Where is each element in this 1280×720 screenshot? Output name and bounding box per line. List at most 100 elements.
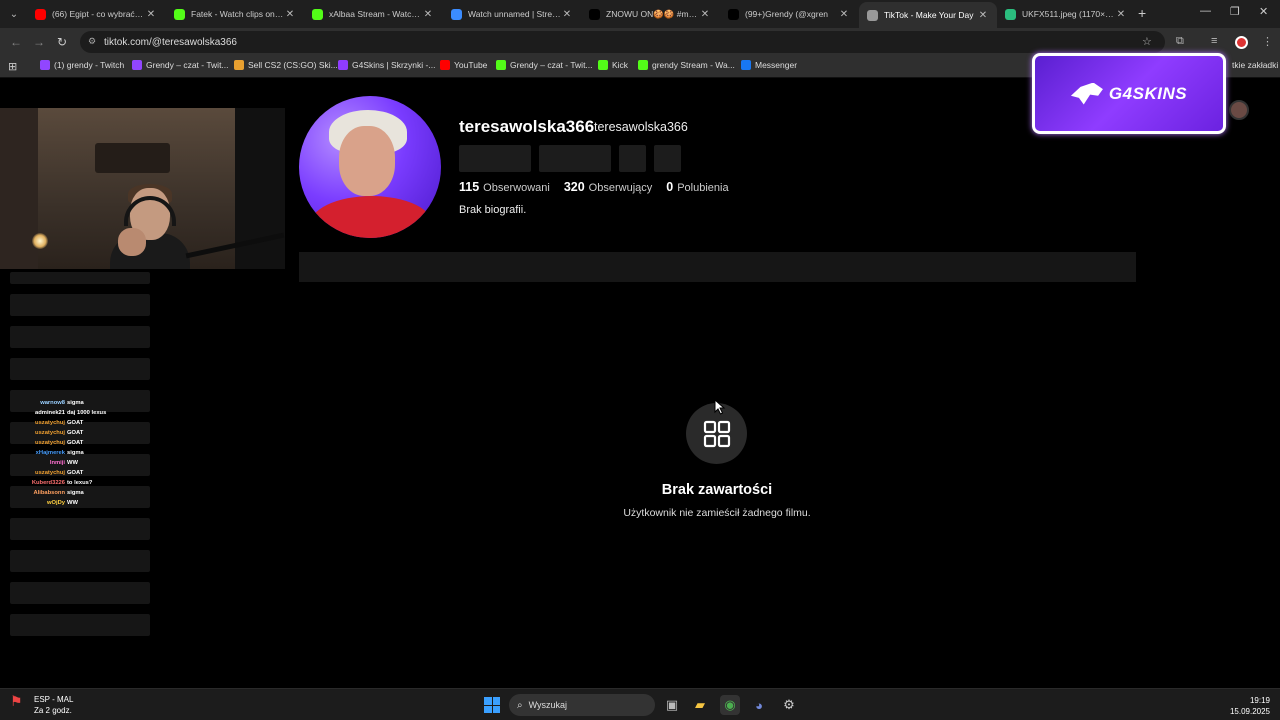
profile-avatar-icon[interactable] <box>1235 36 1248 49</box>
other-bookmarks[interactable]: tkie zakładki <box>1232 60 1278 70</box>
chat-text: GOAT <box>67 470 84 476</box>
reload-icon[interactable]: ↻ <box>57 35 67 49</box>
steam-icon[interactable]: ⚙ <box>779 695 799 715</box>
g4skins-icon <box>338 60 348 70</box>
sidebar-skeleton <box>10 294 150 316</box>
followers-stat[interactable]: 320 Obserwujący <box>564 180 652 194</box>
menu-icon[interactable]: ⋮ <box>1262 35 1273 48</box>
chat-username: xHajmerek <box>35 450 65 456</box>
weather-widget[interactable]: ⚑ ESP - MAL Za 2 godz. <box>10 694 73 716</box>
bookmark-item[interactable]: Kick <box>598 60 628 70</box>
chat-username: adminek21 <box>35 410 65 416</box>
browser-tab[interactable]: Fatek - Watch clips on Kic ✕ <box>166 3 304 25</box>
profile-stats: 115 Obserwowani 320 Obserwujący 0 Polubieni… <box>459 180 729 194</box>
discord-icon[interactable]: ◕ <box>749 695 769 715</box>
search-icon: ⌕ <box>517 699 523 711</box>
youtube-icon <box>440 60 450 70</box>
following-stat[interactable]: 115 Obserwowani <box>459 180 550 194</box>
forward-icon[interactable]: → <box>33 35 45 49</box>
tab-search-icon[interactable]: ⌄ <box>4 4 24 24</box>
kick-icon <box>638 60 648 70</box>
extensions-icon[interactable]: ⧉ <box>1176 35 1184 48</box>
browser-tab[interactable]: UKFX511.jpeg (1170×155 ✕ <box>997 3 1135 25</box>
close-tab-icon[interactable]: ✕ <box>838 9 850 20</box>
profile-nickname: teresawolska366 <box>594 120 688 134</box>
chat-text: GOAT <box>67 430 84 436</box>
image-icon <box>1005 8 1016 20</box>
webcam-overlay <box>0 108 285 269</box>
bookmark-star-icon[interactable]: ☆ <box>1142 35 1152 48</box>
kick-icon <box>174 8 185 20</box>
sidebar-skeleton <box>10 518 150 540</box>
message-button-skeleton <box>539 145 611 172</box>
bookmark-item[interactable]: grendy Stream - Wa... <box>638 60 735 70</box>
chat-message: uszatychuj GOAT <box>10 468 150 478</box>
facebook-icon <box>741 60 751 70</box>
maximize-icon[interactable]: ❐ <box>1230 5 1240 18</box>
site-info-icon[interactable]: ⚙ <box>88 36 96 47</box>
tab-strip: ⌄ (66) Egipt - co wybrać. Hu ✕ Fatek - Wat… <box>0 0 1280 28</box>
browser-tab[interactable]: ZNOWU ON🍪🍪 #maha ✕ <box>581 3 719 25</box>
profile-bio: Brak biografii. <box>459 204 527 216</box>
sidebar-skeleton <box>10 272 150 284</box>
more-button-skeleton <box>654 145 681 172</box>
browser-tab[interactable]: (66) Egipt - co wybrać. Hu ✕ <box>27 3 165 25</box>
follow-button-skeleton <box>459 145 531 172</box>
bookmark-item[interactable]: Grendy – czat - Twit... <box>132 60 229 70</box>
chat-message: Inmiji WW <box>10 458 150 468</box>
youtube-icon <box>35 8 46 20</box>
back-icon[interactable]: ← <box>10 35 22 49</box>
chat-username: uszatychuj <box>35 470 65 476</box>
close-tab-icon[interactable]: ✕ <box>977 10 989 21</box>
browser-tab[interactable]: TikTok - Make Your Day ✕ <box>859 2 997 28</box>
close-tab-icon[interactable]: ✕ <box>145 9 157 20</box>
file-explorer-icon[interactable]: ▰ <box>690 695 710 715</box>
profile-tabs-skeleton <box>299 252 1136 282</box>
profile-avatar <box>299 96 441 238</box>
bookmark-item[interactable]: Grendy – czat - Twit... <box>496 60 593 70</box>
minimize-icon[interactable]: — <box>1200 5 1211 17</box>
media-control-icon[interactable]: ≡ <box>1211 35 1217 47</box>
bookmark-item[interactable]: (1) grendy - Twitch <box>40 60 124 70</box>
bookmark-item[interactable]: Messenger <box>741 60 797 70</box>
share-button-skeleton <box>619 145 646 172</box>
chat-message: uszatychuj GOAT <box>10 428 150 438</box>
skin-icon <box>234 60 244 70</box>
bookmark-item[interactable]: Sell CS2 (CS:GO) Ski... <box>234 60 338 70</box>
close-tab-icon[interactable]: ✕ <box>699 9 711 20</box>
user-avatar-icon[interactable] <box>1229 100 1249 120</box>
system-clock[interactable]: 19:19 15.09.2025 <box>1210 695 1270 717</box>
twitch-icon <box>132 60 142 70</box>
apps-grid-icon[interactable]: ⊞ <box>8 60 17 73</box>
chat-message: uszatychuj GOAT <box>10 418 150 428</box>
mouse-cursor-icon <box>714 399 726 415</box>
browser-tab[interactable]: xAlbaa Stream - Watch Liv ✕ <box>304 3 442 25</box>
chrome-icon[interactable]: ◉ <box>720 695 740 715</box>
task-view-icon[interactable]: ▣ <box>662 695 682 715</box>
tiktok-icon <box>728 8 739 20</box>
start-button[interactable] <box>484 697 500 713</box>
chat-text: sigma <box>67 400 84 406</box>
globe-icon <box>867 9 878 21</box>
close-tab-icon[interactable]: ✕ <box>422 9 434 20</box>
chat-message: warnow8 sigma <box>10 398 150 408</box>
chat-text: GOAT <box>67 420 84 426</box>
browser-tab[interactable]: (99+)Grendy (@xgren ✕ <box>720 3 858 25</box>
chat-username: uszatychuj <box>35 420 65 426</box>
close-tab-icon[interactable]: ✕ <box>284 9 296 20</box>
bookmark-item[interactable]: YouTube <box>440 60 487 70</box>
new-tab-button[interactable]: + <box>1138 5 1146 21</box>
sponsor-banner: G4SKINS <box>1032 53 1226 134</box>
taskbar: ⚑ ESP - MAL Za 2 godz. ⌕ Wyszukaj ▣ ▰ ◉ … <box>0 688 1280 720</box>
bookmark-item[interactable]: G4Skins | Skrzynki -... <box>338 60 435 70</box>
chat-message: adminek21 daj 1000 lexus <box>10 408 150 418</box>
taskbar-search[interactable]: ⌕ Wyszukaj <box>509 694 655 716</box>
close-tab-icon[interactable]: ✕ <box>1115 9 1127 20</box>
twitch-icon <box>40 60 50 70</box>
close-tab-icon[interactable]: ✕ <box>561 9 573 20</box>
close-window-icon[interactable]: ✕ <box>1259 5 1268 18</box>
chat-username: Inmiji <box>49 460 65 466</box>
address-bar[interactable]: ⚙ tiktok.com/@teresawolska366 <box>80 31 1165 53</box>
chat-username: uszatychuj <box>35 430 65 436</box>
browser-tab[interactable]: Watch unnamed | Stream ✕ <box>443 3 581 25</box>
